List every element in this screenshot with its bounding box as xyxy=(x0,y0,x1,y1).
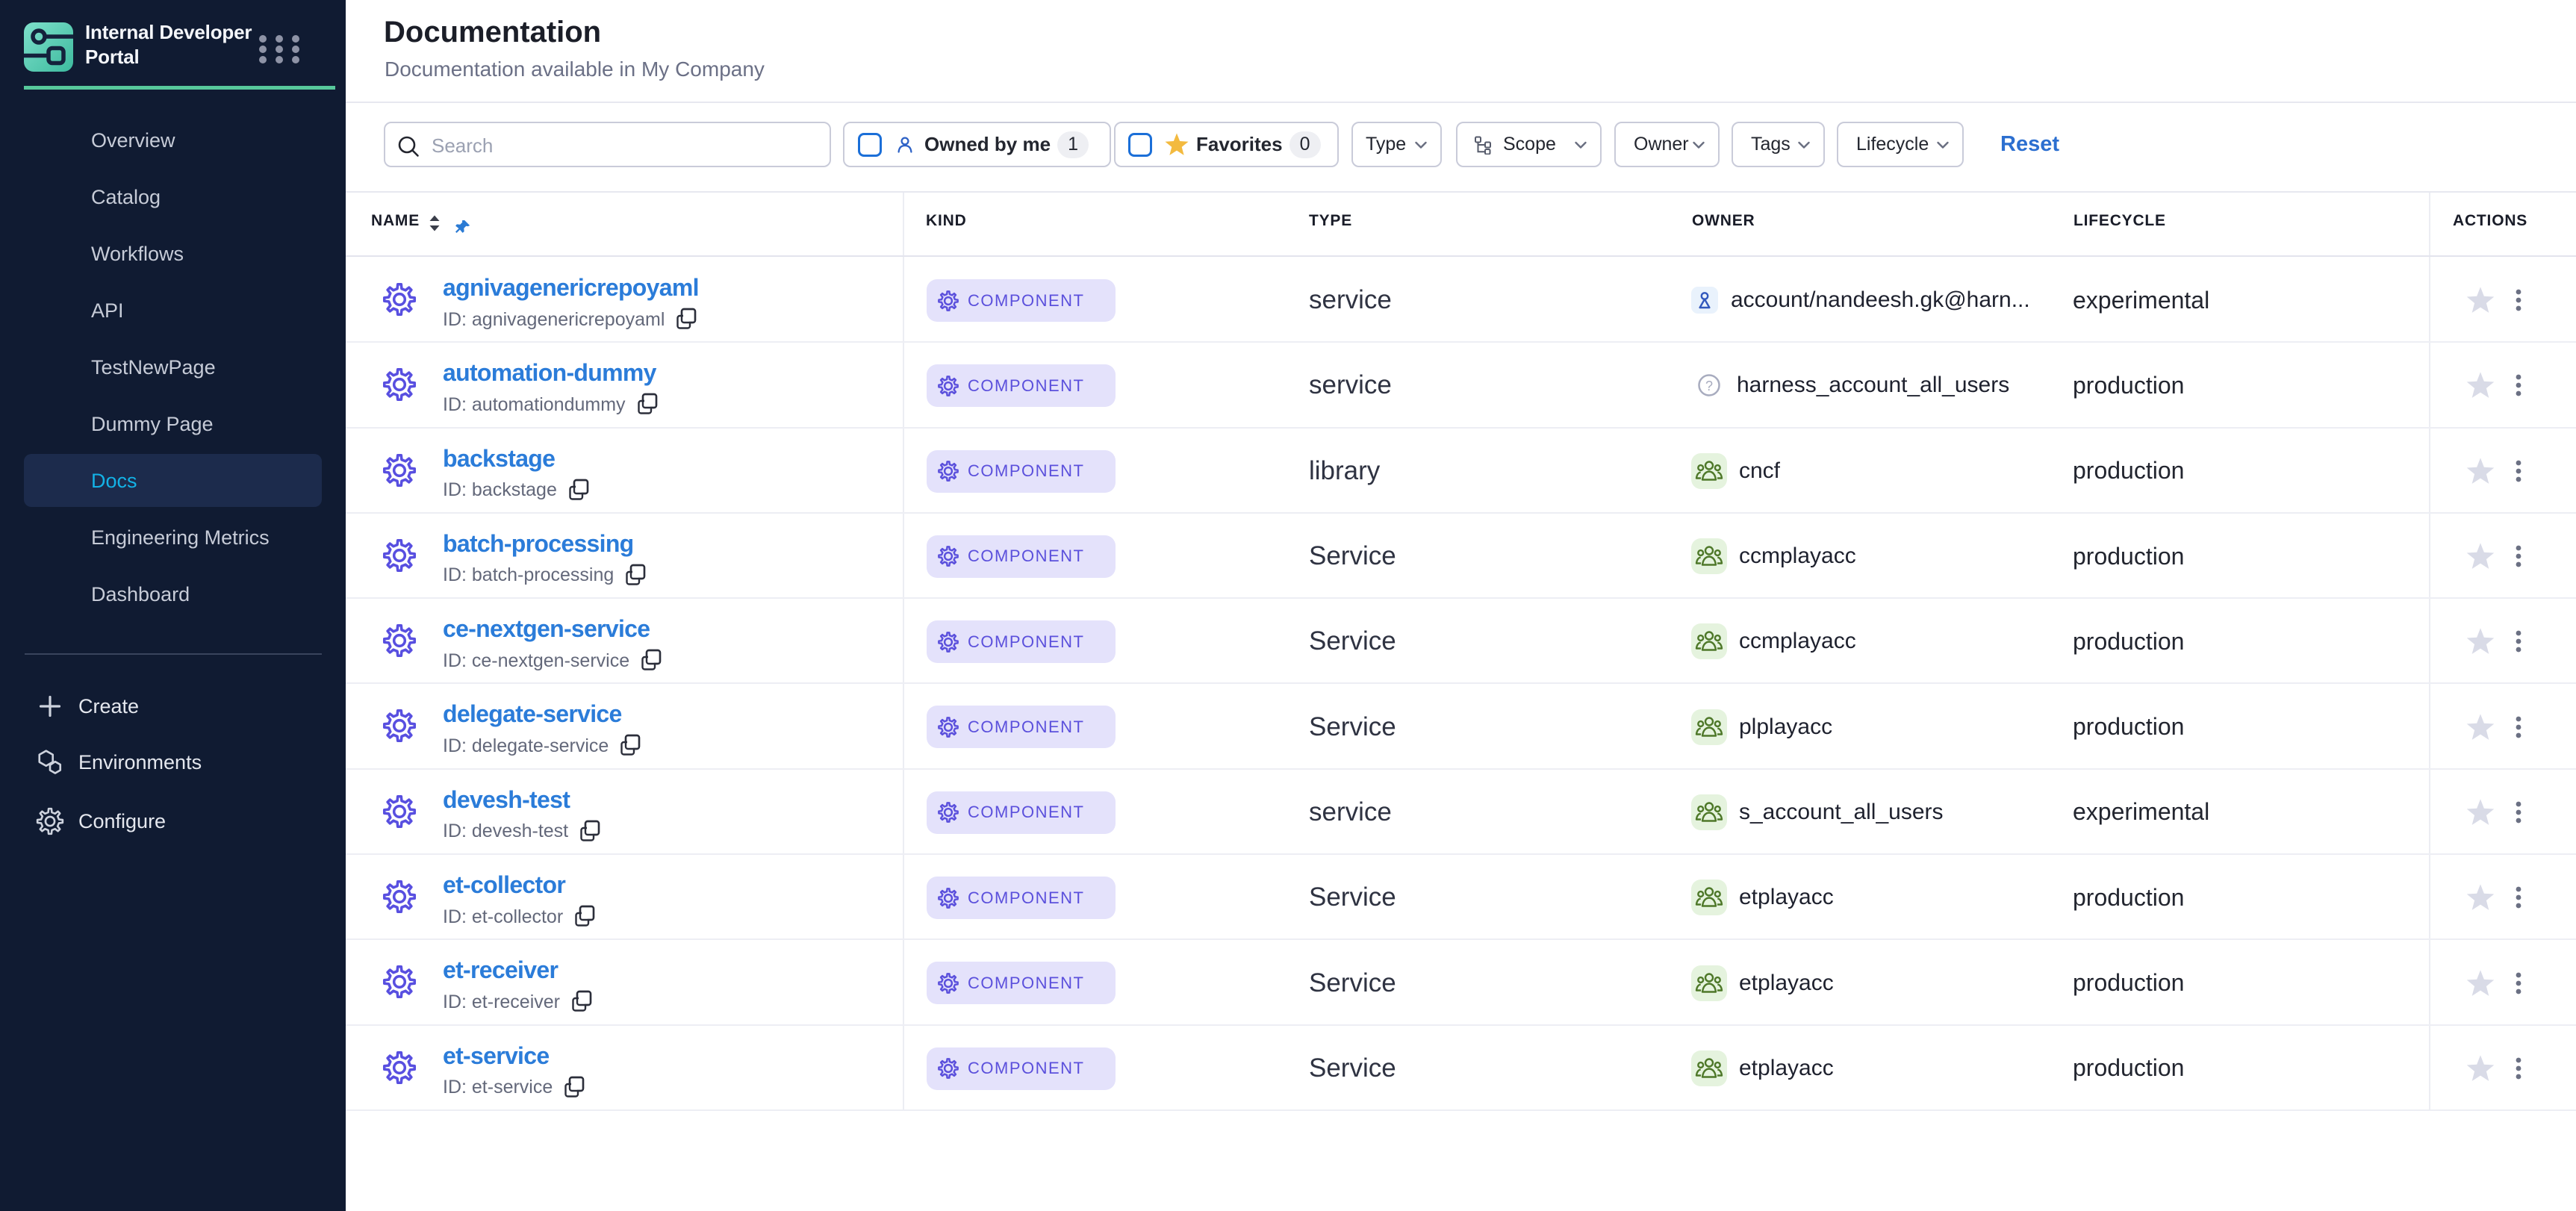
svg-text:?: ? xyxy=(1705,379,1713,393)
